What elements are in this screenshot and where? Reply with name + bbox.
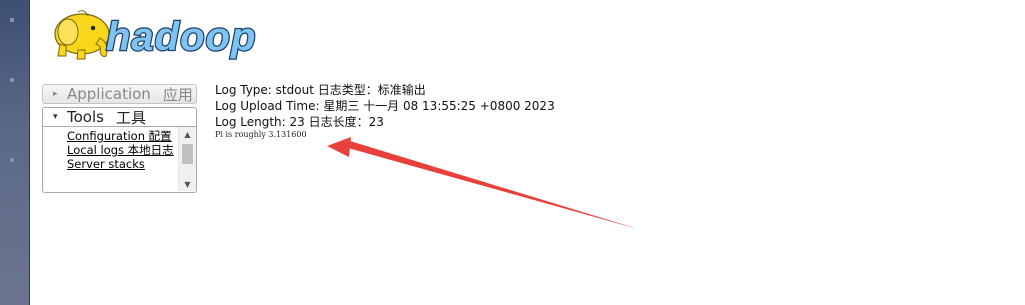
section-tools-label: Tools (67, 108, 104, 126)
log-type: Log Type: stdout 日志类型：标准输出 (215, 83, 426, 97)
sidebar-accordion: ▸ Application 应用 ▾ Tools 工具 Configuratio… (42, 84, 197, 193)
server-stacks-link[interactable]: Server stacks (67, 157, 175, 171)
section-application-label: Application (67, 85, 151, 103)
log-panel: Log Type: stdout 日志类型：标准输出 Log Upload Ti… (215, 82, 555, 140)
hadoop-wordmark: hadoop (106, 15, 256, 59)
section-tools-label-cn: 工具 (115, 108, 146, 127)
tools-scrollbar[interactable]: ▲ ▼ (178, 127, 196, 191)
log-output: Pi is roughly 3.131600 (215, 130, 307, 139)
section-application-header[interactable]: ▸ Application 应用 (42, 84, 197, 104)
scroll-down-icon[interactable]: ▼ (179, 177, 196, 191)
section-application-label-cn: 应用 (162, 85, 193, 104)
local-logs-link[interactable]: Local logs 本地日志 (67, 143, 175, 157)
log-upload-time: Log Upload Time: 星期三 十一月 08 13:55:25 +08… (215, 99, 555, 113)
section-tools-header[interactable]: ▾ Tools 工具 (42, 107, 197, 127)
scroll-up-icon[interactable]: ▲ (179, 127, 196, 141)
log-length: Log Length: 23 日志长度：23 (215, 115, 384, 129)
configuration-link[interactable]: Configuration 配置 (67, 129, 175, 143)
elephant-icon (54, 10, 110, 60)
scrollbar-thumb[interactable] (182, 144, 193, 164)
desktop-left-edge (0, 0, 30, 305)
hadoop-logo: hadoop (44, 4, 294, 64)
triangle-right-icon: ▸ (53, 89, 58, 99)
triangle-down-icon: ▾ (53, 112, 58, 122)
tools-panel: Configuration 配置 Local logs 本地日志 Server … (42, 127, 197, 193)
